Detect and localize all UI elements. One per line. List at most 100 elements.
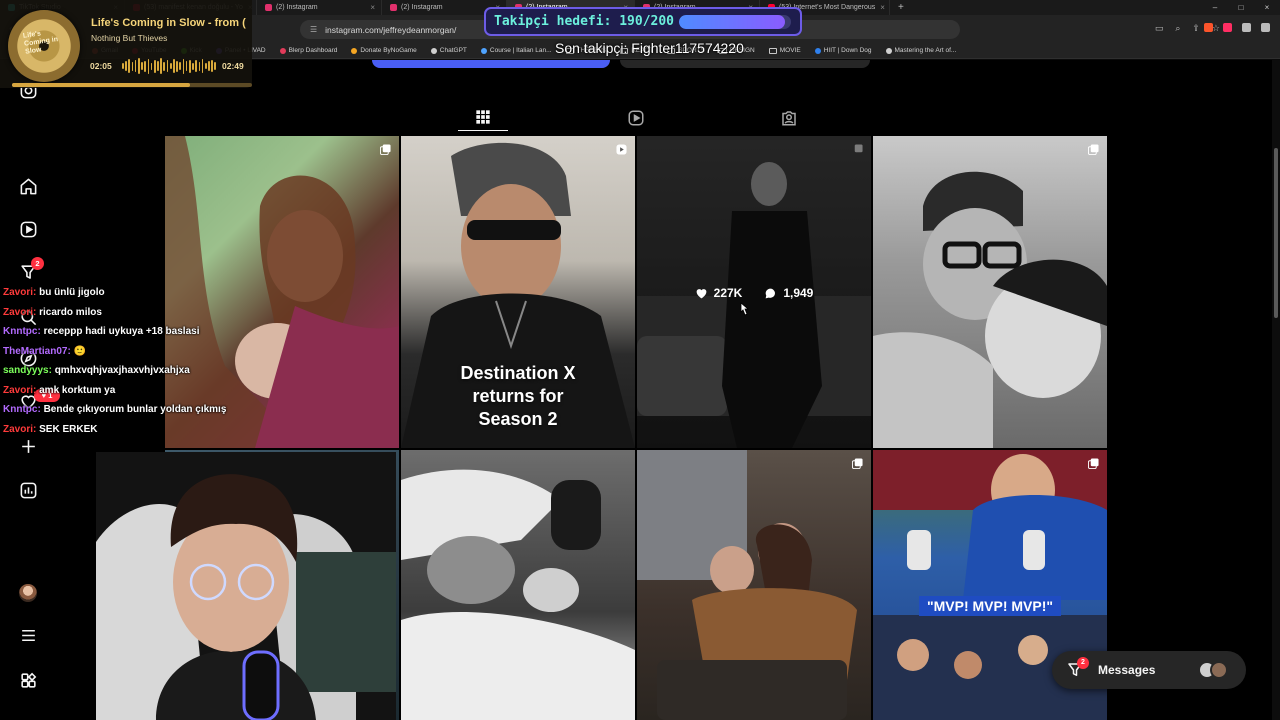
messages-dock[interactable]: 2 Messages <box>1052 651 1246 689</box>
minimize-icon[interactable]: – <box>1202 0 1228 15</box>
window-controls: – □ × <box>1202 0 1280 15</box>
waveform-bar <box>182 58 185 74</box>
extension-icon[interactable] <box>1223 23 1232 32</box>
mouse-cursor-icon <box>740 302 750 316</box>
maximize-icon[interactable]: □ <box>1228 0 1254 15</box>
bookmark-item[interactable]: HIIT | Down Dog <box>814 47 872 54</box>
waveform-bar <box>134 60 137 72</box>
chat-username: Zavori: <box>3 287 37 298</box>
waveform-bar <box>147 58 150 74</box>
tab-close-icon[interactable]: × <box>875 3 885 12</box>
post-tile[interactable]: Destination X returns for Season 2 <box>401 136 635 448</box>
waveform-bar <box>198 61 201 71</box>
messages-badge: 2 <box>1077 657 1089 669</box>
waveform-bar <box>137 58 140 74</box>
post-stats: 227K 1,949 <box>637 286 871 300</box>
carousel-icon <box>854 144 863 153</box>
chat-message: Zavori: amk korktum ya <box>3 381 243 401</box>
waveform-bar <box>125 61 127 71</box>
follower-goal-label: Takipçi hedefi: 190/200 <box>494 14 675 29</box>
profile-avatar[interactable] <box>19 584 37 602</box>
scrollbar-thumb[interactable] <box>1274 148 1278 318</box>
chat-message: Zavori: SEK ERKEK <box>3 420 243 440</box>
bookmark-favicon-icon <box>480 47 487 54</box>
zoom-icon[interactable]: ⌕ <box>1175 23 1180 34</box>
chat-text: qmhxvqhjvaxjhaxvhjvxahjxa <box>54 365 190 376</box>
waveform-bar <box>153 59 156 73</box>
bookmark-item[interactable]: Mastering the Art of... <box>885 47 957 54</box>
waveform-bar <box>173 59 175 73</box>
brave-shield-icon[interactable] <box>1204 23 1213 32</box>
chat-message: TheMartian07: 🙂 <box>3 342 243 362</box>
close-window-icon[interactable]: × <box>1254 0 1280 15</box>
bookmark-item[interactable]: Course | Italian Lan... <box>480 47 552 54</box>
post-tile[interactable] <box>873 136 1107 448</box>
post-tile[interactable] <box>637 450 871 720</box>
create-icon[interactable] <box>18 436 38 456</box>
carousel-icon <box>1088 144 1099 155</box>
more-menu-icon[interactable] <box>18 625 38 645</box>
audio-waveform <box>122 58 217 74</box>
waveform-bar <box>214 62 217 70</box>
stream-chat: Zavori: bu ünlü jigolo Zavori: ricardo mi… <box>3 283 243 439</box>
song-title: Life's Coming in Slow - from ( <box>91 17 246 29</box>
post-image <box>401 469 635 720</box>
also-from-meta-icon[interactable] <box>18 670 38 690</box>
chat-message: Knntpc: receppp hadi uykuya +18 baslasi <box>3 322 243 342</box>
chat-username: Zavori: <box>3 306 37 318</box>
elapsed-time: 02:05 <box>90 61 112 71</box>
tagged-icon <box>782 111 796 126</box>
waveform-bar <box>185 61 188 71</box>
follow-button[interactable] <box>372 60 610 68</box>
sidebar-toggle-icon[interactable] <box>1242 23 1251 32</box>
tab-reels[interactable] <box>611 104 661 134</box>
site-info-icon[interactable]: ☰ <box>310 25 317 34</box>
home-icon[interactable] <box>18 176 38 196</box>
carousel-icon <box>380 144 391 155</box>
menu-icon[interactable] <box>1261 23 1270 32</box>
message-button[interactable] <box>620 60 870 68</box>
bookmark-label: Mastering the Art of... <box>894 47 957 54</box>
webcam-overlay <box>96 452 396 720</box>
now-playing-widget: Life's Coming in Slow Life's Coming in S… <box>0 0 252 88</box>
messages-avatars <box>1198 661 1228 679</box>
tab-close-icon[interactable]: × <box>365 3 375 12</box>
grid-icon <box>476 110 490 124</box>
song-progress-track <box>12 83 252 87</box>
bookmark-item[interactable]: Blerp Dashboard <box>279 47 337 54</box>
new-tab-icon[interactable]: + <box>890 2 912 13</box>
bookmark-label: ChatGPT <box>439 47 467 54</box>
waveform-bar <box>201 59 204 73</box>
post-tile[interactable] <box>401 450 635 720</box>
comments-count: 1,949 <box>783 286 814 300</box>
tab-label: (2) Instagram <box>401 4 443 11</box>
chat-text: 🙂 <box>73 345 87 357</box>
bookmark-favicon-icon <box>430 47 437 54</box>
bookmark-favicon-icon <box>885 47 892 54</box>
install-icon[interactable]: ▭ <box>1155 23 1164 34</box>
follower-goal-widget: Takipçi hedefi: 190/200 <box>484 7 802 36</box>
post-tile-hovered[interactable]: 227K 1,949 <box>637 136 871 448</box>
heart-icon <box>696 288 707 298</box>
reel-icon <box>616 144 627 155</box>
post-image <box>873 171 1107 448</box>
comment-icon <box>765 288 776 298</box>
waveform-bar <box>208 61 210 71</box>
tab-tagged[interactable] <box>764 104 814 134</box>
dashboard-icon[interactable] <box>18 480 38 500</box>
chat-text: Bende çıkıyorum bunlar yoldan çıkmış <box>43 404 227 415</box>
chat-username: sandyyys: <box>3 365 52 376</box>
share-icon[interactable]: ⇪ <box>1192 23 1200 34</box>
bookmark-folder[interactable]: MOVIE <box>768 47 801 54</box>
reels-icon[interactable] <box>18 219 38 239</box>
notifications-icon[interactable]: 2 <box>18 257 44 282</box>
browser-tab[interactable]: (2) Instagram × <box>257 0 382 15</box>
waveform-bar <box>122 63 124 69</box>
song-artist: Nothing But Thieves <box>91 33 168 43</box>
waveform-bar <box>150 62 153 70</box>
chat-text: SEK ERKEK <box>39 423 98 435</box>
bookmark-item[interactable]: Donate ByNoGame <box>351 47 417 54</box>
bookmark-item[interactable]: ChatGPT <box>430 47 467 54</box>
webcam-feed <box>96 452 396 720</box>
bookmark-label: Donate ByNoGame <box>360 47 417 54</box>
